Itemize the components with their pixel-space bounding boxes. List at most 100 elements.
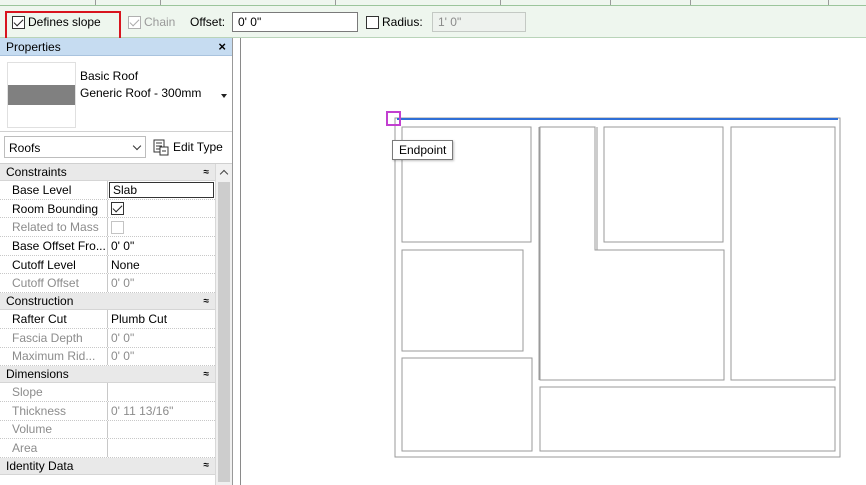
property-row-fascia-depth: Fascia Depth 0' 0" (0, 328, 215, 348)
edit-type-button[interactable]: Edit Type (151, 136, 223, 158)
property-row-volume: Volume (0, 420, 215, 440)
property-row-cutoff-offset: Cutoff Offset 0' 0" (0, 274, 215, 294)
section-title: Dimensions (6, 367, 69, 382)
property-name: Slope (0, 383, 108, 401)
property-row-related-to-mass: Related to Mass (0, 218, 215, 238)
room-outline (401, 357, 533, 452)
property-name: Maximum Rid... (0, 347, 108, 366)
highlight-annotation-box (5, 11, 121, 40)
edit-type-label: Edit Type (173, 140, 223, 154)
property-row-maximum-ridge: Maximum Rid... 0' 0" (0, 347, 215, 367)
ribbon-separator (690, 0, 691, 5)
collapse-icon[interactable]: ≈ (204, 167, 210, 178)
area-value (108, 439, 215, 457)
room-bounding-value[interactable] (108, 200, 215, 218)
options-bar: Defines slope Chain Offset: 0' 0" Radius… (0, 6, 866, 38)
chain-checkbox (128, 15, 141, 29)
thickness-value: 0' 11 13/16" (111, 403, 174, 418)
section-title: Identity Data (6, 458, 74, 473)
section-identity-data[interactable]: Identity Data ≈ (0, 457, 215, 475)
property-row-base-offset[interactable]: Base Offset Fro... 0' 0" (0, 237, 215, 256)
category-filter-value: Roofs (9, 141, 41, 155)
snap-tooltip: Endpoint (392, 140, 454, 160)
ribbon-separator (610, 0, 611, 5)
radius-checkbox[interactable] (366, 15, 379, 29)
ribbon-separator (828, 0, 829, 5)
slope-value (108, 383, 215, 401)
property-name: Cutoff Level (0, 255, 108, 274)
properties-grid: Constraints ≈ Base Level Slab Room Bound… (0, 164, 215, 475)
property-name: Cutoff Offset (0, 274, 108, 293)
cutoff-offset-value: 0' 0" (111, 276, 135, 291)
properties-title: Properties (6, 39, 61, 54)
property-row-room-bounding[interactable]: Room Bounding (0, 199, 215, 219)
room-outline (603, 126, 724, 243)
property-row-base-level[interactable]: Base Level Slab (0, 181, 215, 200)
room-bounding-checkbox[interactable] (111, 202, 124, 216)
base-offset-value[interactable]: 0' 0" (108, 237, 215, 255)
collapse-icon[interactable]: ≈ (204, 369, 210, 380)
radius-option[interactable]: Radius: (366, 6, 423, 38)
volume-value (108, 421, 215, 439)
collapse-icon[interactable]: ≈ (204, 460, 210, 471)
property-row-thickness: Thickness 0' 11 13/16" (0, 401, 215, 421)
drawing-canvas[interactable] (240, 38, 866, 485)
type-family-name: Basic Roof (80, 69, 139, 83)
building-outline (394, 117, 841, 458)
property-row-slope: Slope (0, 383, 215, 402)
collapse-icon[interactable]: ≈ (204, 296, 210, 307)
radius-field-wrap: 1' 0" (432, 6, 526, 38)
property-name: Area (0, 439, 108, 457)
fascia-depth-value: 0' 0" (111, 330, 135, 345)
offset-field-wrap: 0' 0" (232, 6, 358, 38)
chain-label: Chain (144, 15, 176, 29)
edit-type-icon (153, 139, 169, 156)
type-dropdown-caret-icon[interactable] (221, 94, 227, 98)
properties-scrollbar[interactable] (215, 164, 232, 485)
section-title: Constraints (6, 165, 67, 179)
floor-plan-drawing (386, 111, 841, 458)
rafter-cut-value[interactable]: Plumb Cut (108, 310, 215, 328)
room-outline (539, 386, 836, 452)
offset-option: Offset: (190, 6, 225, 38)
related-to-mass-checkbox (111, 220, 124, 234)
scroll-up-icon[interactable] (219, 169, 229, 179)
properties-header: Properties × (0, 38, 232, 56)
maximum-ridge-value: 0' 0" (111, 349, 135, 364)
category-filter-dropdown[interactable]: Roofs (4, 136, 146, 158)
property-name: Rafter Cut (0, 310, 108, 328)
instance-filter-row: Roofs Edit Type (0, 132, 232, 164)
property-name: Base Level (0, 181, 108, 199)
property-name: Room Bounding (0, 199, 108, 218)
offset-field[interactable]: 0' 0" (232, 12, 358, 32)
type-selector[interactable]: Basic Roof Generic Roof - 300mm (0, 56, 232, 132)
room-outline (730, 126, 836, 381)
ribbon-separator (500, 0, 501, 5)
property-row-rafter-cut[interactable]: Rafter Cut Plumb Cut (0, 310, 215, 329)
scrollbar-thumb[interactable] (218, 182, 230, 482)
related-to-mass-value (108, 218, 215, 236)
property-row-cutoff-level[interactable]: Cutoff Level None (0, 255, 215, 275)
roof-type-preview (7, 62, 76, 128)
property-name: Base Offset Fro... (0, 237, 108, 255)
cutoff-level-value[interactable]: None (108, 256, 215, 274)
type-name: Generic Roof - 300mm (80, 86, 202, 100)
chain-option: Chain (128, 6, 175, 38)
offset-label: Offset: (190, 15, 226, 29)
ribbon-separator (160, 0, 161, 5)
room-outline (539, 126, 725, 381)
radius-label: Radius: (382, 15, 423, 29)
ribbon-separator (95, 0, 96, 5)
property-row-area: Area (0, 439, 215, 458)
room-outline (401, 249, 524, 352)
base-level-value[interactable]: Slab (109, 182, 214, 198)
ribbon-separator (335, 0, 336, 5)
section-construction[interactable]: Construction ≈ (0, 293, 215, 311)
properties-palette: Properties × Basic Roof Generic Roof - 3… (0, 38, 233, 485)
close-icon[interactable]: × (218, 39, 226, 54)
property-name: Related to Mass (0, 218, 108, 237)
section-dimensions[interactable]: Dimensions ≈ (0, 366, 215, 384)
property-name: Volume (0, 420, 108, 439)
property-name: Thickness (0, 401, 108, 420)
section-constraints[interactable]: Constraints ≈ (0, 164, 215, 181)
